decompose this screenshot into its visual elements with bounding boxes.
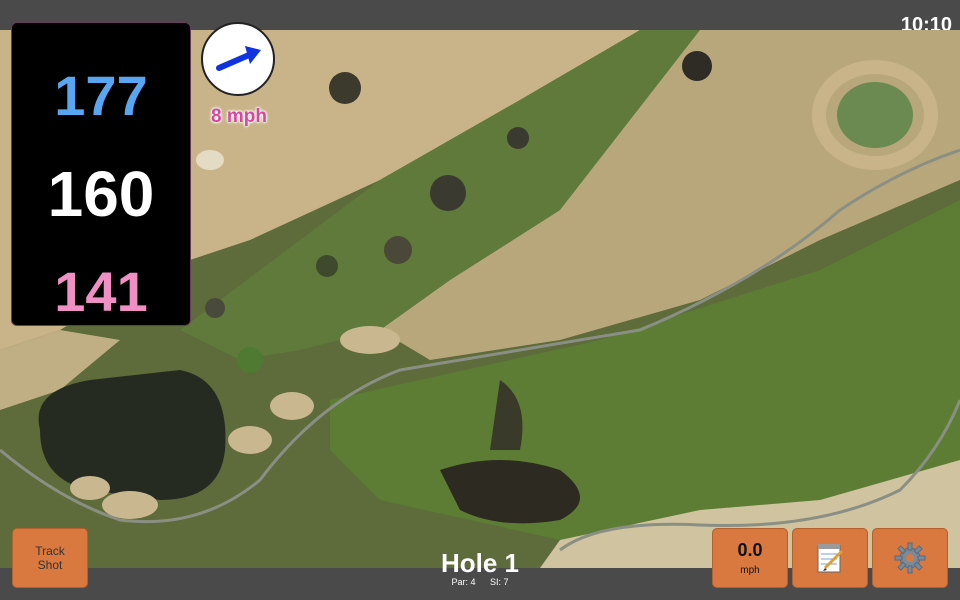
hole-stroke-index: SI: 7	[490, 577, 509, 587]
track-shot-button[interactable]: Track Shot	[12, 528, 88, 588]
track-shot-label-line2: Shot	[37, 558, 63, 572]
speed-button[interactable]: 0.0 mph	[712, 528, 788, 588]
wind-indicator	[201, 22, 275, 96]
gear-icon	[894, 542, 926, 574]
notes-button[interactable]	[792, 528, 868, 588]
track-shot-label-line1: Track	[35, 544, 65, 558]
notepad-icon	[817, 544, 844, 573]
wind-arrow-icon	[216, 46, 261, 71]
speed-value: 0.0	[737, 540, 763, 560]
hole-par: Par: 4	[451, 577, 476, 587]
middle-yardage: 160	[47, 158, 155, 230]
back-yardage: 177	[54, 64, 148, 127]
front-yardage: 141	[54, 260, 148, 323]
settings-button[interactable]	[872, 528, 948, 588]
hole-info: Par: 4 SI: 7	[380, 577, 580, 587]
wind-speed-label: 8 mph	[211, 106, 267, 127]
hole-title: Hole 1	[440, 548, 520, 578]
yardage-panel: 177 160 141	[11, 22, 191, 326]
speed-unit: mph	[740, 565, 760, 576]
